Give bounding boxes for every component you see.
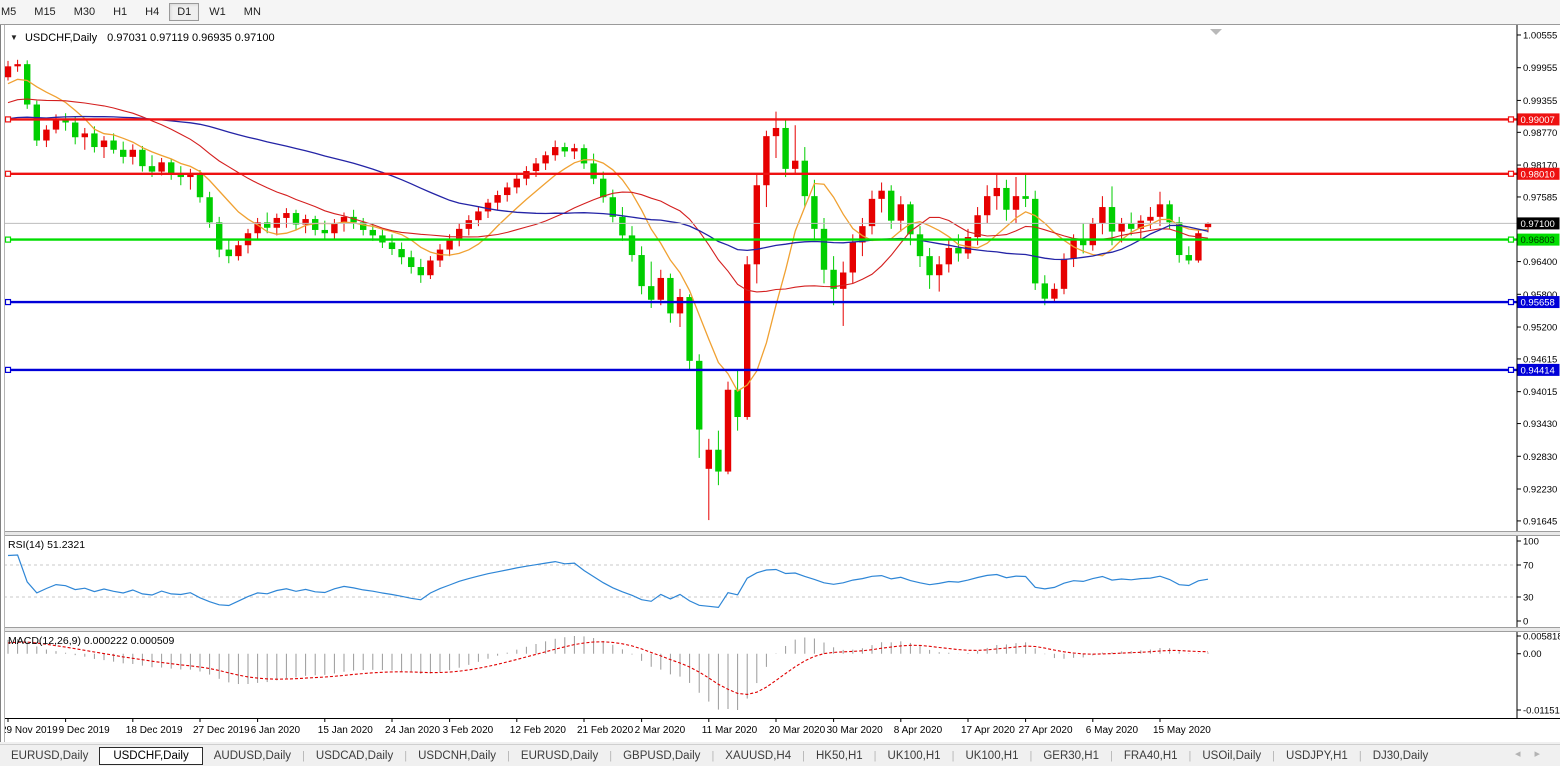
svg-text:2 Mar 2020: 2 Mar 2020 [635,725,686,736]
chart-tab-usdcad-daily[interactable]: USDCAD,Daily [305,748,404,764]
svg-text:0.93430: 0.93430 [1523,419,1557,430]
macd-indicator-label: MACD(12,26,9) 0.000222 0.000509 [8,635,175,647]
svg-text:1.00555: 1.00555 [1523,30,1557,41]
svg-text:0.91645: 0.91645 [1523,516,1557,527]
svg-text:21 Feb 2020: 21 Feb 2020 [577,725,634,736]
svg-text:12 Feb 2020: 12 Feb 2020 [510,725,567,736]
svg-text:0.94414: 0.94414 [1521,365,1555,376]
rsi-panel[interactable]: 100 70 30 0 [0,536,1560,627]
svg-text:6 May 2020: 6 May 2020 [1086,725,1139,736]
timeframe-button-m30[interactable]: M30 [66,3,103,21]
tab-scroll-arrows: ◂▸ [1515,747,1554,760]
svg-text:0.98770: 0.98770 [1523,128,1557,139]
chart-tab-hk50-h1[interactable]: HK50,H1 [805,748,874,764]
macd-panel[interactable]: 0.005818 0.00 -0.011515 [0,632,1560,718]
chart-tab-usdchf-daily[interactable]: USDCHF,Daily [99,747,203,765]
svg-text:9 Dec 2019: 9 Dec 2019 [59,725,111,736]
timeframe-button-d1[interactable]: D1 [169,3,200,21]
svg-text:27 Dec 2019: 27 Dec 2019 [193,725,250,736]
chart-tab-usdcnh-daily[interactable]: USDCNH,Daily [407,748,507,764]
svg-text:8 Apr 2020: 8 Apr 2020 [894,725,943,736]
svg-text:100: 100 [1523,537,1539,548]
chart-tab-dj30-daily[interactable]: DJ30,Daily [1362,748,1440,764]
timeframe-button-h4[interactable]: H4 [137,3,167,21]
svg-text:70: 70 [1523,561,1534,572]
svg-text:11 Mar 2020: 11 Mar 2020 [702,725,758,736]
rsi-indicator-label: RSI(14) 51.2321 [8,539,86,551]
chart-tab-eurusd-daily[interactable]: EURUSD,Daily [0,748,99,764]
chart-dropdown-icon[interactable]: ▼ [10,33,18,42]
chart-tab-ger30-h1[interactable]: GER30,H1 [1032,748,1110,764]
chart-title: ▼ USDCHF,Daily 0.97031 0.97119 0.96935 0… [10,32,275,44]
svg-text:15 May 2020: 15 May 2020 [1153,725,1211,736]
chart-tab-gbpusd-daily[interactable]: GBPUSD,Daily [612,748,711,764]
svg-text:0.95658: 0.95658 [1521,298,1555,309]
chart-tab-usoil-daily[interactable]: USOil,Daily [1191,748,1272,764]
svg-text:0.005818: 0.005818 [1523,632,1560,643]
svg-text:29 Nov 2019: 29 Nov 2019 [1,725,58,736]
chart-tab-usdjpy-h1[interactable]: USDJPY,H1 [1275,748,1359,764]
svg-text:0.00: 0.00 [1523,649,1542,660]
svg-text:0.97585: 0.97585 [1523,192,1557,203]
timeframe-button-w1[interactable]: W1 [201,3,234,21]
svg-text:0.99355: 0.99355 [1523,96,1557,107]
svg-text:0.99955: 0.99955 [1523,63,1557,74]
svg-text:17 Apr 2020: 17 Apr 2020 [961,725,1015,736]
svg-text:0.97100: 0.97100 [1521,219,1555,230]
svg-text:18 Dec 2019: 18 Dec 2019 [126,725,183,736]
svg-text:6 Jan 2020: 6 Jan 2020 [251,725,301,736]
chart-tab-fra40-h1[interactable]: FRA40,H1 [1113,748,1189,764]
timeframe-button-h1[interactable]: H1 [105,3,135,21]
chart-tab-eurusd-daily[interactable]: EURUSD,Daily [510,748,609,764]
svg-text:0.96400: 0.96400 [1523,257,1557,268]
chart-tab-uk100-h1[interactable]: UK100,H1 [877,748,952,764]
svg-text:0.98010: 0.98010 [1521,169,1555,180]
svg-text:27 Apr 2020: 27 Apr 2020 [1019,725,1073,736]
svg-text:3 Feb 2020: 3 Feb 2020 [443,725,494,736]
chart-tab-uk100-h1[interactable]: UK100,H1 [954,748,1029,764]
mt4-window: M5 M15 M30 H1 H4 D1 W1 MN 1.00555 0.99955 0.99355… [0,0,1560,766]
svg-text:15 Jan 2020: 15 Jan 2020 [318,725,373,736]
tab-scroll-left-icon[interactable]: ◂ [1515,748,1535,760]
timeframe-button-m5[interactable]: M5 [0,3,24,21]
svg-text:30: 30 [1523,593,1534,604]
svg-text:0: 0 [1523,617,1528,628]
svg-text:0.95200: 0.95200 [1523,323,1557,334]
svg-text:0.99007: 0.99007 [1521,115,1555,126]
svg-text:0.94615: 0.94615 [1523,354,1557,365]
tab-scroll-right-icon[interactable]: ▸ [1534,748,1554,760]
date-axis[interactable]: 29 Nov 2019 9 Dec 2019 18 Dec 2019 27 Dec 2… [0,718,1560,742]
svg-text:24 Jan 2020: 24 Jan 2020 [385,725,440,736]
svg-text:30 Mar 2020: 30 Mar 2020 [827,725,884,736]
svg-text:20 Mar 2020: 20 Mar 2020 [769,725,826,736]
svg-text:-0.011515: -0.011515 [1523,706,1560,717]
timeframe-button-m15[interactable]: M15 [26,3,63,21]
timeframe-button-mn[interactable]: MN [236,3,269,21]
chart-ohlc-values: 0.97031 0.97119 0.96935 0.97100 [107,32,275,44]
price-chart-panel[interactable]: 1.005550.999550.993550.987700.981700.975… [0,25,1560,531]
chart-region: 1.00555 0.99955 0.99355 0.98770 0.98170 0.975… [0,25,1560,742]
chart-tab-xauusd-h4[interactable]: XAUUSD,H4 [714,748,802,764]
chart-tab-bar: EURUSD,Daily USDCHF,Daily AUDUSD,Daily | USD… [0,744,1560,766]
svg-text:0.92230: 0.92230 [1523,485,1557,496]
svg-text:0.96803: 0.96803 [1521,235,1555,246]
window-left-edge [0,25,5,742]
chart-tab-audusd-daily[interactable]: AUDUSD,Daily [203,748,302,764]
svg-text:0.94015: 0.94015 [1523,387,1557,398]
chart-symbol-label: USDCHF,Daily [24,32,98,44]
timeframe-toolbar: M5 M15 M30 H1 H4 D1 W1 MN [0,0,1560,25]
svg-text:0.92830: 0.92830 [1523,452,1557,463]
